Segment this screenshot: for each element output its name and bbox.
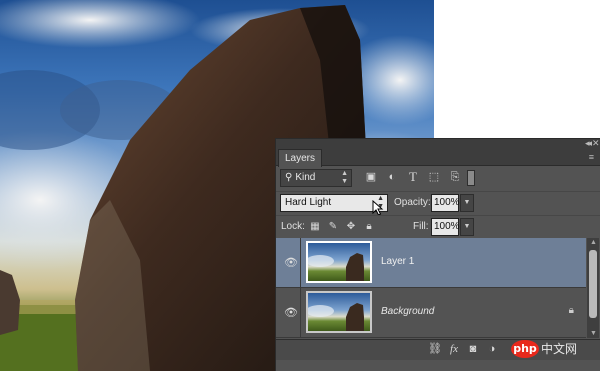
search-icon: ⚲ — [285, 172, 293, 183]
layer-thumbnail[interactable] — [306, 291, 372, 333]
layer-name[interactable]: Layer 1 — [381, 256, 414, 267]
collapse-panel-icon[interactable]: ◂◂ — [585, 138, 592, 149]
layer-name[interactable]: Background — [381, 306, 434, 317]
visibility-eye-icon[interactable]: 👁︎ — [284, 256, 298, 269]
scroll-up-arrow-icon[interactable]: ▲ — [590, 239, 597, 246]
filter-icons-group: ▣ ◐ T ⬚ ⎘ — [364, 170, 469, 184]
layer-lock-icon: 🔒︎ — [568, 305, 574, 316]
layers-list: 👁︎ Layer 1 👁︎ Background 🔒︎ — [276, 238, 586, 338]
new-adjustment-layer-icon[interactable]: ◑ — [485, 342, 499, 356]
mouse-cursor-icon — [372, 200, 384, 216]
blend-row: Hard Light ▲ ▼ Opacity: 100% ▼ — [276, 191, 600, 216]
smart-object-filter-icon[interactable]: ⎘ — [448, 170, 462, 184]
blend-mode-value: Hard Light — [285, 197, 332, 208]
filter-kind-select[interactable]: ⚲ Kind ▲ ▼ — [280, 169, 352, 187]
spinner-arrows-icon: ▲ ▼ — [341, 170, 348, 185]
filter-kind-label: Kind — [295, 172, 316, 183]
fill-dropdown-button[interactable]: ▼ — [460, 218, 474, 236]
filter-toggle-switch[interactable] — [467, 170, 475, 186]
adjustment-filter-icon[interactable]: ◐ — [385, 170, 399, 184]
watermark: php 中文网 — [511, 340, 577, 362]
layer-filter-row: ⚲ Kind ▲ ▼ ▣ ◐ T ⬚ ⎘ — [276, 167, 600, 189]
footer-icons-group: ⛓︎ fx ◙ ◑ — [428, 342, 504, 356]
opacity-input[interactable]: 100% — [431, 194, 460, 212]
layer-thumbnail[interactable] — [306, 241, 372, 283]
layer-row-layer-1[interactable]: 👁︎ Layer 1 — [276, 238, 586, 288]
type-filter-icon[interactable]: T — [406, 170, 420, 184]
lock-transparency-icon[interactable]: ▦ — [308, 220, 322, 234]
image-filter-icon[interactable]: ▣ — [364, 170, 378, 184]
panel-title-bar[interactable]: ◂◂ ✕ — [276, 138, 600, 149]
lock-position-move-icon[interactable]: ✥ — [344, 220, 358, 234]
tab-layers[interactable]: Layers — [278, 149, 323, 167]
lock-row: Lock: ▦ ✎ ✥ 🔒︎ Fill: 100% ▼ — [276, 215, 600, 238]
thumbnail-art — [308, 303, 364, 331]
layer-style-fx-icon[interactable]: fx — [447, 342, 461, 356]
thumbnail-art — [308, 253, 364, 281]
opacity-dropdown-button[interactable]: ▼ — [460, 194, 474, 212]
shape-filter-icon[interactable]: ⬚ — [427, 170, 441, 184]
link-layers-icon[interactable]: ⛓︎ — [428, 342, 442, 356]
watermark-logo: php — [511, 340, 539, 358]
visibility-eye-icon[interactable]: 👁︎ — [284, 306, 298, 319]
fill-label: Fill: — [413, 221, 429, 232]
divider — [300, 288, 301, 337]
lock-all-icon[interactable]: 🔒︎ — [362, 220, 376, 234]
panel-tab-bar: Layers ≡ — [276, 149, 600, 167]
layers-panel: ◂◂ ✕ Layers ≡ ⚲ Kind ▲ ▼ ▣ ◐ T ⬚ ⎘ Hard Light … — [275, 138, 600, 371]
lock-pixels-brush-icon[interactable]: ✎ — [326, 220, 340, 234]
close-panel-icon[interactable]: ✕ — [592, 138, 600, 149]
divider — [300, 238, 301, 287]
layer-row-background[interactable]: 👁︎ Background 🔒︎ — [276, 288, 586, 338]
opacity-label: Opacity: — [394, 197, 431, 208]
lock-icons-group: ▦ ✎ ✥ 🔒︎ — [308, 220, 380, 234]
scroll-down-arrow-icon[interactable]: ▼ — [590, 330, 597, 337]
watermark-text: 中文网 — [541, 342, 578, 356]
add-mask-icon[interactable]: ◙ — [466, 342, 480, 356]
scrollbar-thumb[interactable] — [589, 250, 597, 318]
panel-menu-icon[interactable]: ≡ — [589, 152, 594, 162]
lock-label: Lock: — [281, 221, 305, 232]
layers-scrollbar[interactable]: ▲ ▼ — [587, 238, 599, 338]
fill-input[interactable]: 100% — [431, 218, 460, 236]
